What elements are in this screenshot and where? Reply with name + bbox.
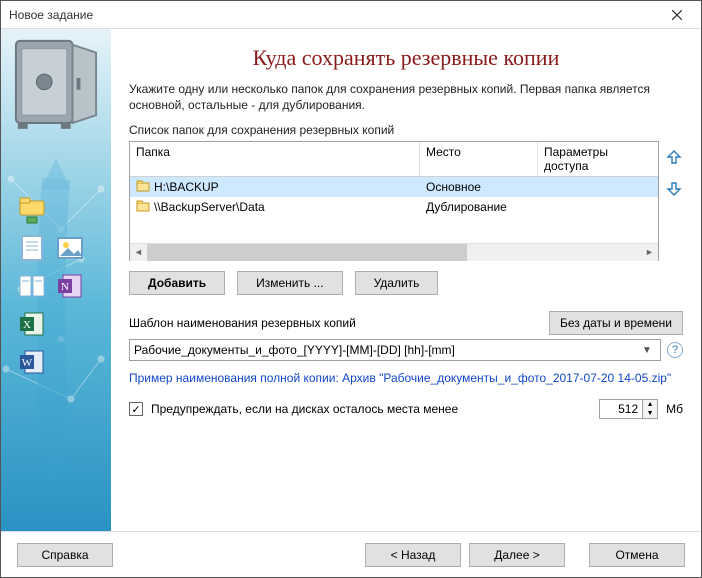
cancel-button[interactable]: Отмена <box>589 543 685 567</box>
next-button[interactable]: Далее > <box>469 543 565 567</box>
page-description: Укажите одну или несколько папок для сох… <box>129 81 683 113</box>
template-combobox[interactable]: Рабочие_документы_и_фото_[YYYY]-[MM]-[DD… <box>129 339 661 361</box>
close-icon[interactable] <box>657 2 697 28</box>
folderlist-label: Список папок для сохранения резервных ко… <box>129 123 683 137</box>
template-value: Рабочие_документы_и_фото_[YYYY]-[MM]-[DD… <box>134 343 455 357</box>
page-title: Куда сохранять резервные копии <box>129 45 683 71</box>
row-place: Дублирование <box>420 200 538 214</box>
help-icon[interactable]: ? <box>667 342 683 358</box>
chevron-down-icon[interactable]: ▼ <box>638 345 656 356</box>
add-button[interactable]: Добавить <box>129 271 225 295</box>
help-button[interactable]: Справка <box>17 543 113 567</box>
col-place[interactable]: Место <box>420 142 538 176</box>
wizard-footer: Справка < Назад Далее > Отмена <box>1 531 701 577</box>
spin-up-icon[interactable]: ▲ <box>643 400 657 409</box>
row-path: H:\BACKUP <box>154 180 219 194</box>
svg-text:W: W <box>22 357 33 369</box>
excel-icon: X <box>17 309 47 339</box>
col-folder[interactable]: Папка <box>130 142 420 176</box>
scroll-right-icon[interactable]: ► <box>641 244 658 261</box>
col-access[interactable]: Параметры доступа <box>538 142 658 176</box>
warn-checkbox[interactable]: ✓ <box>129 402 143 416</box>
titlebar: Новое задание <box>1 1 701 29</box>
word-icon: W <box>17 347 47 377</box>
table-row[interactable]: H:\BACKUP Основное <box>130 177 658 197</box>
back-button[interactable]: < Назад <box>365 543 461 567</box>
move-down-icon[interactable] <box>666 181 682 197</box>
wizard-sidebar: N X W <box>1 29 111 531</box>
network-folder-icon <box>17 195 47 225</box>
svg-text:N: N <box>61 281 69 293</box>
delete-button[interactable]: Удалить <box>355 271 439 295</box>
safe-icon <box>12 35 100 135</box>
example-text: Пример наименования полной копии: Архив … <box>129 371 683 385</box>
warn-value-input[interactable] <box>599 399 643 419</box>
folders-table: Папка Место Параметры доступа H:\BACKUP О… <box>129 141 659 261</box>
edit-button[interactable]: Изменить ... <box>237 271 342 295</box>
svg-text:X: X <box>23 319 31 331</box>
folder-icon <box>136 200 150 215</box>
row-path: \\BackupServer\Data <box>154 200 265 214</box>
onenote-icon: N <box>55 271 85 301</box>
picture-icon <box>55 233 85 263</box>
document-icon <box>17 233 47 263</box>
table-row[interactable]: \\BackupServer\Data Дублирование <box>130 197 658 217</box>
no-datetime-button[interactable]: Без даты и времени <box>549 311 683 335</box>
warn-label: Предупреждать, если на дисках осталось м… <box>151 402 458 416</box>
window-title: Новое задание <box>9 8 93 22</box>
template-label: Шаблон наименования резервных копий <box>129 316 543 330</box>
move-up-icon[interactable] <box>666 149 682 165</box>
warn-unit: Мб <box>666 402 683 416</box>
folder-icon <box>136 180 150 195</box>
files-icon <box>17 271 47 301</box>
spin-down-icon[interactable]: ▼ <box>643 409 657 418</box>
horizontal-scrollbar[interactable]: ◄ ► <box>130 243 658 260</box>
row-place: Основное <box>420 180 538 194</box>
scroll-left-icon[interactable]: ◄ <box>130 244 147 261</box>
